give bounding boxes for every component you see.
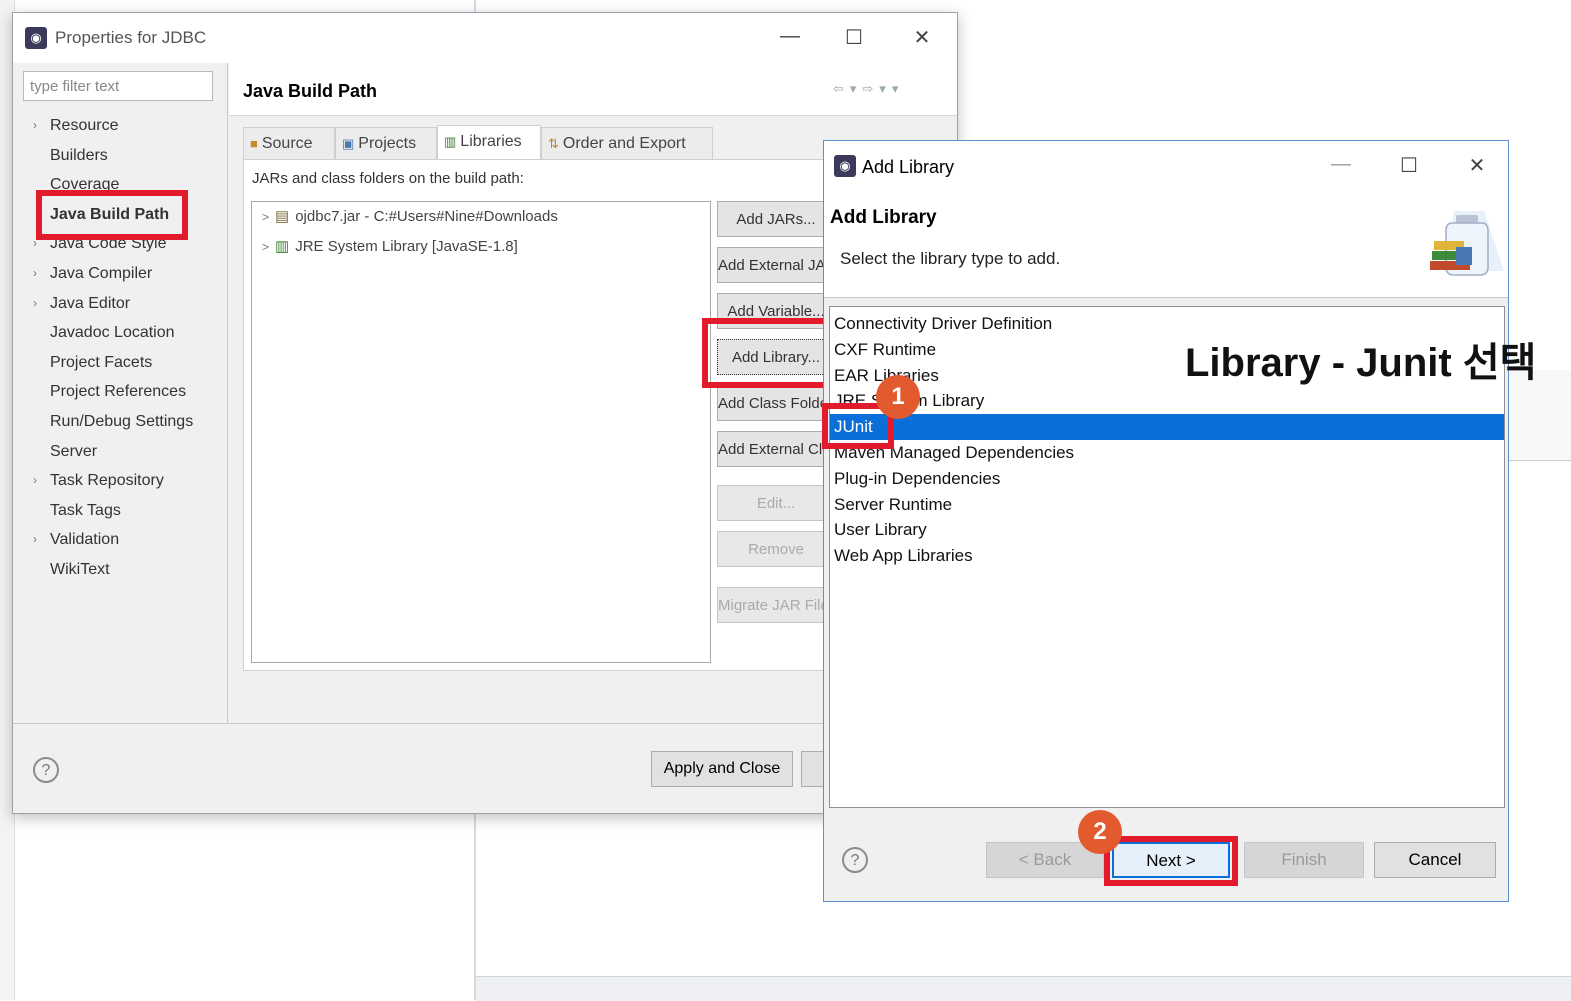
tree-item-label: Resource bbox=[50, 117, 119, 134]
library-type-item[interactable]: Server Runtime bbox=[830, 492, 1504, 518]
tree-item-label: Builders bbox=[50, 146, 108, 164]
cancel-button[interactable]: Cancel bbox=[1374, 842, 1496, 878]
help-icon[interactable]: ? bbox=[842, 847, 868, 873]
instruction-caption: Library - Junit 선택 bbox=[1185, 341, 1537, 385]
filter-input[interactable]: type filter text bbox=[23, 71, 213, 101]
jars-label: JARs and class folders on the build path… bbox=[252, 170, 524, 187]
tree-item-label: Project References bbox=[50, 383, 187, 401]
add-jars-button[interactable]: Add JARs... bbox=[717, 201, 835, 237]
library-type-item[interactable]: JRE System Library bbox=[830, 388, 1504, 414]
minimize-button[interactable]: — bbox=[1326, 153, 1356, 176]
tree-item-label: Java Editor bbox=[50, 294, 131, 312]
projects-icon: ▣ bbox=[342, 136, 355, 151]
tree-item[interactable]: Project Facets bbox=[33, 348, 233, 378]
library-icon: ▥ bbox=[275, 238, 290, 255]
tree-item-label: Javadoc Location bbox=[50, 324, 175, 342]
tree-item-label: Task Tags bbox=[50, 501, 121, 519]
add-external-class-folder-button[interactable]: Add External Class Folder... bbox=[717, 431, 835, 467]
eclipse-icon: ◉ bbox=[834, 155, 856, 177]
close-button[interactable]: ✕ bbox=[1462, 153, 1492, 178]
highlight-add-library bbox=[702, 318, 834, 388]
library-type-item[interactable]: Plug-in Dependencies bbox=[830, 466, 1504, 492]
properties-titlebar: ◉ Properties for JDBC — ☐ ✕ bbox=[13, 13, 957, 63]
library-type-item[interactable]: Web App Libraries bbox=[830, 543, 1504, 569]
history-nav-icon[interactable]: ⇦▾⇨▾▾ bbox=[833, 81, 904, 97]
tree-item[interactable]: › Java Compiler bbox=[33, 259, 233, 289]
list-item[interactable]: > ▥ JRE System Library [JavaSE-1.8] bbox=[252, 232, 710, 262]
sidebar-divider bbox=[227, 63, 228, 723]
add-class-folder-button[interactable]: Add Class Folder... bbox=[717, 385, 835, 421]
dialog-description: Select the library type to add. bbox=[840, 249, 1061, 268]
order-export-icon: ⇅ bbox=[548, 136, 559, 151]
tree-item-label: Server bbox=[50, 442, 98, 460]
tree-item-label: Run/Debug Settings bbox=[50, 412, 194, 430]
library-jar-icon bbox=[1430, 211, 1504, 276]
step-badge-2: 2 bbox=[1078, 810, 1122, 854]
properties-title: Properties for JDBC bbox=[55, 28, 207, 47]
help-icon[interactable]: ? bbox=[33, 757, 59, 783]
tab-order-and-export[interactable]: ⇅ Order and Export bbox=[541, 127, 713, 159]
library-type-item[interactable]: Maven Managed Dependencies bbox=[830, 440, 1504, 466]
dialog-heading: Add Library bbox=[830, 207, 937, 228]
tree-item-label: Task Repository bbox=[50, 472, 164, 490]
content-header: Java Build Path ⇦▾⇨▾▾ bbox=[229, 63, 957, 116]
eclipse-icon: ◉ bbox=[25, 27, 47, 49]
tree-item-label: WikiText bbox=[50, 560, 110, 578]
dialog-header: Add Library Select the library type to a… bbox=[824, 195, 1508, 298]
dialog-title: Add Library bbox=[862, 157, 955, 177]
add-library-titlebar: ◉ Add Library — ☐ ✕ bbox=[824, 141, 1508, 195]
tree-item[interactable]: Builders bbox=[33, 141, 233, 171]
library-type-item[interactable]: User Library bbox=[830, 517, 1504, 543]
properties-window: ◉ Properties for JDBC — ☐ ✕ type filter … bbox=[12, 12, 958, 814]
tree-item[interactable]: › Resource bbox=[33, 111, 233, 141]
add-external-jars-button[interactable]: Add External JARs... bbox=[717, 247, 835, 283]
chevron-right-icon[interactable]: › bbox=[33, 289, 37, 319]
tree-item[interactable]: Project References bbox=[33, 377, 233, 407]
finish-button[interactable]: Finish bbox=[1244, 842, 1364, 878]
close-button[interactable]: ✕ bbox=[907, 25, 937, 50]
tree-item[interactable]: › Validation bbox=[33, 525, 233, 555]
maximize-button[interactable]: ☐ bbox=[839, 25, 869, 50]
properties-tree: › Resource Builders Coverage Java Build Path… bbox=[33, 111, 233, 585]
chevron-right-icon[interactable]: › bbox=[33, 259, 37, 289]
maximize-button[interactable]: ☐ bbox=[1394, 153, 1424, 178]
tab-libraries[interactable]: ▥ Libraries bbox=[437, 125, 541, 159]
tree-item[interactable]: › Task Repository bbox=[33, 466, 233, 496]
tree-item[interactable]: Javadoc Location bbox=[33, 318, 233, 348]
chevron-right-icon[interactable]: > bbox=[262, 240, 269, 254]
chevron-right-icon[interactable]: › bbox=[33, 111, 37, 141]
jar-icon: ▤ bbox=[275, 208, 290, 225]
tab-projects[interactable]: ▣ Projects bbox=[335, 127, 437, 159]
highlight-java-build-path bbox=[36, 190, 188, 240]
tree-item[interactable]: Run/Debug Settings bbox=[33, 407, 233, 437]
minimize-button[interactable]: — bbox=[775, 25, 805, 48]
chevron-right-icon[interactable]: > bbox=[262, 210, 269, 224]
apply-and-close-button[interactable]: Apply and Close bbox=[651, 751, 793, 787]
chevron-right-icon[interactable]: › bbox=[33, 466, 37, 496]
tree-item[interactable]: WikiText bbox=[33, 555, 233, 585]
list-item[interactable]: > ▤ ojdbc7.jar - C:#Users#Nine#Downloads bbox=[252, 202, 710, 232]
source-folder-icon: ■ bbox=[250, 136, 258, 151]
step-badge-1: 1 bbox=[876, 375, 920, 419]
page-title: Java Build Path bbox=[243, 81, 378, 101]
background-status-strip bbox=[476, 976, 1571, 1001]
tab-source[interactable]: ■ Source bbox=[243, 127, 335, 159]
bottom-divider bbox=[13, 723, 957, 724]
tree-item[interactable]: › Java Editor bbox=[33, 289, 233, 319]
tree-item[interactable]: Task Tags bbox=[33, 496, 233, 526]
chevron-right-icon[interactable]: › bbox=[33, 525, 37, 555]
tree-item-label: Validation bbox=[50, 531, 120, 549]
add-library-dialog: ◉ Add Library — ☐ ✕ Add Library Select t… bbox=[823, 140, 1509, 902]
libraries-icon: ▥ bbox=[444, 134, 457, 149]
library-type-item[interactable]: JUnit bbox=[830, 414, 1504, 440]
tree-item-label: Project Facets bbox=[50, 353, 153, 371]
build-path-library-list[interactable]: > ▤ ojdbc7.jar - C:#Users#Nine#Downloads >… bbox=[251, 201, 711, 663]
remove-button[interactable]: Remove bbox=[717, 531, 835, 567]
tree-item-label: Java Compiler bbox=[50, 264, 153, 282]
highlight-next-button bbox=[1104, 836, 1238, 886]
migrate-jar-button[interactable]: Migrate JAR File... bbox=[717, 587, 835, 623]
edit-button[interactable]: Edit... bbox=[717, 485, 835, 521]
tree-item[interactable]: Server bbox=[33, 437, 233, 467]
